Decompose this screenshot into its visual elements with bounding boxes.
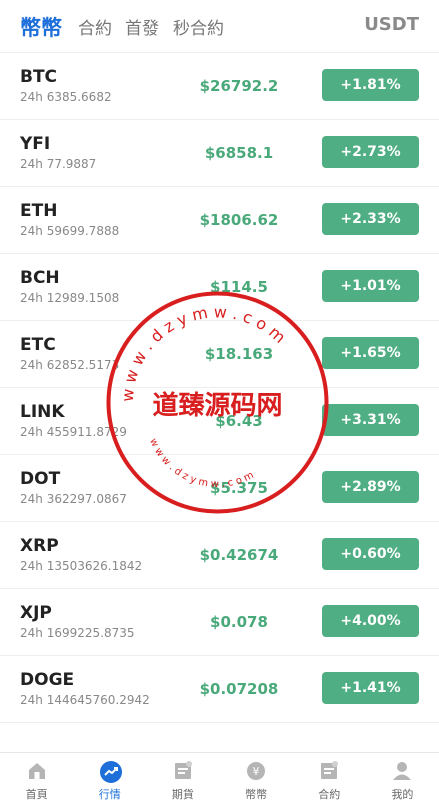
market-volume: 24h 362297.0867 [20,492,127,506]
user-icon [392,761,412,781]
market-row-doge[interactable]: DOGE 24h 144645760.2942 $0.07208 +1.41% [0,656,439,723]
nav-item-0[interactable]: 首頁 [0,753,73,803]
nav-item-5[interactable]: 我的 [366,753,439,803]
market-volume: 24h 1699225.8735 [20,626,135,640]
market-volume: 24h 62852.5173 [20,358,120,372]
market-volume: 24h 455911.8729 [20,425,127,439]
tab-second-contract[interactable]: 秒合約 [173,14,224,39]
nav-item-1[interactable]: 行情 [73,753,146,803]
contract-icon [319,761,339,781]
market-row-xjp[interactable]: XJP 24h 1699225.8735 $0.078 +4.00% [0,589,439,656]
market-symbol: DOT [20,469,61,489]
market-symbol: BTC [20,67,58,87]
market-price: $6.43 [215,412,263,430]
market-volume: 24h 59699.7888 [20,224,120,238]
nav-label: 行情 [98,788,121,801]
market-row-etc[interactable]: ETC 24h 62852.5173 $18.163 +1.65% [0,321,439,388]
market-row-xrp[interactable]: XRP 24h 13503626.1842 $0.42674 +0.60% [0,522,439,589]
change-badge[interactable]: +1.65% [322,337,419,369]
change-badge[interactable]: +4.00% [322,605,419,637]
market-row-dot[interactable]: DOT 24h 362297.0867 $5.375 +2.89% [0,455,439,522]
market-price: $0.078 [210,613,268,631]
market-row-yfi[interactable]: YFI 24h 77.9887 $6858.1 +2.73% [0,120,439,187]
trend-icon [99,761,122,783]
market-price: $1806.62 [199,211,279,229]
coin-icon: ¥ [246,761,266,781]
market-volume: 24h 13503626.1842 [20,559,143,573]
market-symbol: BCH [20,268,60,288]
market-row-link[interactable]: LINK 24h 455911.8729 $6.43 +3.31% [0,388,439,455]
market-symbol: DOGE [20,670,75,690]
quote-currency-label: USDT [364,14,419,35]
change-badge[interactable]: +0.60% [322,538,419,570]
market-symbol: YFI [20,134,51,154]
market-list: BTC 24h 6385.6682 $26792.2 +1.81% YFI 24h 77.… [0,53,439,723]
market-volume: 24h 144645760.2942 [20,693,150,707]
market-row-btc[interactable]: BTC 24h 6385.6682 $26792.2 +1.81% [0,53,439,120]
market-price: $114.5 [210,278,268,296]
nav-label: 期貨 [171,788,194,801]
nav-label: 首頁 [25,788,48,801]
nav-label: 我的 [391,788,414,801]
bottom-nav: 首頁 行情 期貨 ¥ 幣幣 合約 我的 [0,752,439,803]
change-badge[interactable]: +2.89% [322,471,419,503]
market-symbol: XJP [20,603,52,623]
market-price: $5.375 [210,479,268,497]
home-icon [27,761,47,781]
market-volume: 24h 77.9887 [20,157,97,171]
top-tab-bar: 幣幣 合約 首發 秒合約 USDT [0,0,439,53]
tab-contract[interactable]: 合約 [78,14,112,39]
market-price: $0.42674 [199,546,279,564]
market-row-bch[interactable]: BCH 24h 12989.1508 $114.5 +1.01% [0,254,439,321]
futures-icon [173,761,193,781]
svg-text:¥: ¥ [253,765,260,778]
nav-item-2[interactable]: 期貨 [146,753,219,803]
market-price: $18.163 [204,345,274,363]
market-row-eth[interactable]: ETH 24h 59699.7888 $1806.62 +2.33% [0,187,439,254]
market-symbol: LINK [20,402,65,422]
market-volume: 24h 12989.1508 [20,291,120,305]
change-badge[interactable]: +2.33% [322,203,419,235]
tab-spot[interactable]: 幣幣 [20,12,62,42]
change-badge[interactable]: +1.01% [322,270,419,302]
change-badge[interactable]: +3.31% [322,404,419,436]
market-volume: 24h 6385.6682 [20,90,112,104]
market-price: $6858.1 [204,144,274,162]
change-badge[interactable]: +2.73% [322,136,419,168]
nav-item-4[interactable]: 合約 [293,753,366,803]
nav-label: 幣幣 [245,788,268,801]
market-price: $0.07208 [199,680,279,698]
nav-item-3[interactable]: ¥ 幣幣 [220,753,293,803]
tab-launch[interactable]: 首發 [125,14,159,39]
market-symbol: ETC [20,335,56,355]
nav-label: 合約 [318,788,341,801]
market-symbol: ETH [20,201,58,221]
change-badge[interactable]: +1.41% [322,672,419,704]
change-badge[interactable]: +1.81% [322,69,419,101]
market-price: $26792.2 [199,77,279,95]
market-symbol: XRP [20,536,59,556]
